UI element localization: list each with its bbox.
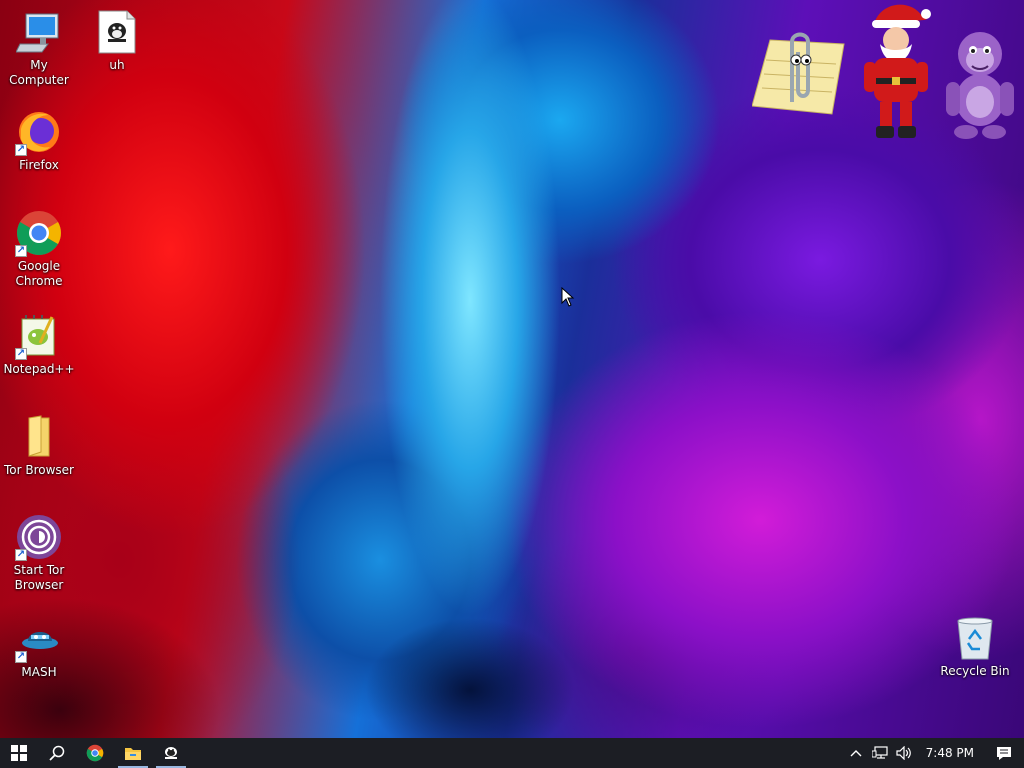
show-hidden-icons-button[interactable] [844,738,868,768]
santa-agent-icon[interactable] [860,2,932,146]
desktop-icon-google-chrome[interactable]: ↗ Google Chrome [1,209,77,289]
speaker-icon [896,746,911,760]
tor-onion-icon: ↗ [15,513,63,561]
desktop-icon-label: Recycle Bin [940,664,1010,678]
clock[interactable]: 7:48 PM [916,738,984,768]
volume-button[interactable] [892,738,916,768]
chrome-taskbar-button[interactable] [76,738,114,768]
desktop-icon-label: Google Chrome [15,259,63,288]
desktop-icon-firefox[interactable]: ↗ Firefox [1,108,77,173]
desktop-icon-label: Firefox [19,158,59,172]
mash-icon: ↗ [15,615,63,663]
shortcut-arrow-icon: ↗ [15,549,27,561]
desktop-icon-label: My Computer [9,58,69,87]
recycle-bin-icon [951,614,999,662]
start-button[interactable] [0,738,38,768]
uh-taskbar-button[interactable] [152,738,190,768]
paperclip-assistant-icon[interactable] [751,30,848,120]
firefox-icon: ↗ [15,108,63,156]
desktop-icon-mash[interactable]: ↗ MASH [1,615,77,680]
taskbar: 7:48 PM [0,738,1024,768]
chrome-icon: ↗ [15,209,63,257]
desktop-icon-label: MASH [21,665,57,679]
document-tux-icon [93,8,141,56]
desktop-icon-label: Tor Browser [3,463,74,477]
shortcut-arrow-icon: ↗ [15,651,27,663]
desktop-icon-notepadpp[interactable]: ↗ Notepad++ [1,312,77,377]
system-tray: 7:48 PM [844,738,1024,768]
desktop-icon-label: Notepad++ [3,362,75,376]
folder-icon [125,748,141,760]
desktop-icon-my-computer[interactable]: My Computer [1,8,77,88]
file-explorer-taskbar-button[interactable] [114,738,152,768]
search-button[interactable] [38,738,76,768]
wallpaper-shade [340,580,600,738]
computer-icon [15,8,63,56]
mouse-cursor-icon [561,286,575,311]
purple-gorilla-agent-icon[interactable] [940,28,1020,146]
desktop-icon-tor-browser[interactable]: Tor Browser [1,413,77,478]
desktop-icon-uh[interactable]: uh [79,8,155,73]
action-center-button[interactable] [984,738,1024,768]
shortcut-arrow-icon: ↗ [15,245,27,257]
windows-logo-icon [11,745,27,761]
chevron-up-icon [850,750,862,757]
network-button[interactable] [868,738,892,768]
desktop-wallpaper[interactable]: My Computer uh ↗ Firefox ↗ Google Chrome… [0,0,1024,738]
desktop-icon-recycle-bin[interactable]: Recycle Bin [937,614,1013,679]
desktop-icon-label: uh [109,58,125,72]
tux-icon [165,747,177,759]
notification-icon [997,746,1011,760]
search-icon [49,745,65,761]
notepadpp-icon: ↗ [15,312,63,360]
desktop-icon-label: Start Tor Browser [13,563,65,592]
network-icon [871,746,888,759]
shortcut-arrow-icon: ↗ [15,348,27,360]
folder-icon [15,413,63,461]
chrome-icon [86,744,104,762]
desktop-icon-start-tor-browser[interactable]: ↗ Start Tor Browser [1,513,77,593]
shortcut-arrow-icon: ↗ [15,144,27,156]
